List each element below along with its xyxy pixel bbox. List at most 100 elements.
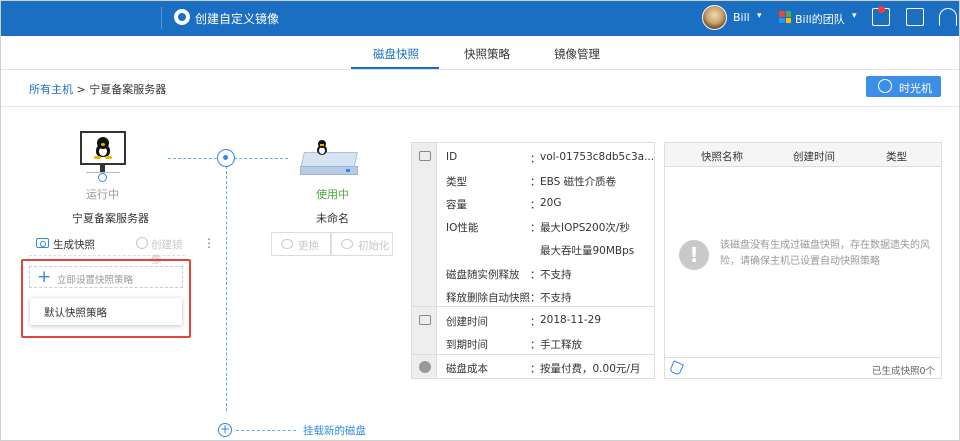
team-menu[interactable]: Bill的团队: [795, 11, 845, 27]
table-footer: 已生成快照0个: [665, 357, 941, 378]
info-separator: [412, 354, 654, 355]
swap-icon: [281, 239, 293, 249]
refresh-icon: [341, 239, 353, 249]
info-value-release-with-instance: 不支持: [540, 269, 572, 281]
info-colon: ：: [530, 199, 541, 211]
replace-label: 更换: [298, 240, 319, 252]
disk-info-panel: ID ： vol-01753c8db5c3a... 类型 ： EBS 磁性介质卷…: [411, 142, 655, 379]
info-colon: ：: [530, 292, 541, 304]
info-colon: ：: [530, 316, 541, 328]
mount-new-disk-link[interactable]: 挂载新的磁盘: [303, 423, 366, 438]
breadcrumb-separator: >: [76, 83, 86, 96]
user-menu[interactable]: Bill: [733, 11, 750, 24]
host-name: 宁夏备案服务器: [72, 212, 149, 225]
linux-icon: [316, 140, 328, 156]
connector-hub-icon: [217, 149, 235, 167]
snapshot-count: 已生成快照0个: [871, 366, 935, 377]
warning-icon: !: [679, 240, 709, 270]
info-value-iops: 最大IOPS200次/秒: [540, 222, 630, 234]
info-colon: ：: [530, 153, 541, 165]
set-policy-label: 立即设置快照策略: [57, 275, 134, 286]
initialize-label: 初始化: [358, 240, 390, 252]
info-value-capacity: 20G: [540, 197, 562, 209]
image-icon: [174, 9, 190, 25]
avatar[interactable]: [702, 5, 727, 30]
clock-icon: [878, 79, 892, 93]
tab-disk-snapshot[interactable]: 磁盘快照: [373, 46, 419, 62]
clean-icon[interactable]: [668, 360, 685, 376]
chevron-down-icon[interactable]: ▾: [852, 11, 857, 21]
info-colon: ：: [530, 363, 541, 375]
info-value-cost: 按量付费，0.00元/月: [540, 363, 641, 375]
monitor-stand: [100, 165, 105, 172]
plus-icon: +: [37, 267, 52, 287]
set-snapshot-policy-button[interactable]: + 立即设置快照策略: [29, 266, 183, 288]
checklist-icon[interactable]: [906, 8, 924, 26]
breadcrumb-all-hosts[interactable]: 所有主机: [29, 83, 73, 96]
snapshot-table: 快照名称 创建时间 类型 ! 该磁盘没有生成过磁盘快照，存在数据遗失的风险，请确…: [664, 142, 942, 379]
host-connector-dot: [98, 173, 107, 182]
breadcrumb-current: 宁夏备案服务器: [89, 83, 167, 96]
team-icon: [779, 11, 791, 23]
add-disk-icon[interactable]: +: [218, 423, 232, 437]
disk-icon[interactable]: [298, 140, 360, 176]
replace-disk-button[interactable]: 更换: [271, 232, 331, 256]
info-key: 创建时间: [446, 316, 488, 328]
policy-dropdown: 默认快照策略: [30, 298, 182, 325]
info-value-throughput: 最大吞吐量90MBps: [540, 245, 635, 257]
dropdown-item-default-policy[interactable]: 默认快照策略: [44, 305, 107, 320]
cost-icon: [419, 361, 431, 373]
info-colon: ：: [530, 176, 541, 188]
info-value-id: vol-01753c8db5c3a...: [540, 151, 655, 163]
info-key: 容量: [446, 199, 467, 211]
info-key: 磁盘随实例释放: [446, 269, 520, 281]
column-created-time[interactable]: 创建时间: [793, 149, 835, 164]
tab-snapshot-policy[interactable]: 快照策略: [464, 46, 510, 62]
headset-icon[interactable]: [939, 8, 957, 26]
disk-status: 使用中: [316, 188, 349, 201]
time-machine-button[interactable]: 时光机: [866, 76, 941, 97]
empty-message: 该磁盘没有生成过磁盘快照，存在数据遗失的风险，请确保主机已设置自动快照策略: [720, 240, 930, 267]
breadcrumb: 所有主机 > 宁夏备案服务器: [29, 81, 166, 97]
create-custom-image-title[interactable]: 创建自定义镜像: [195, 10, 279, 27]
info-colon: ：: [530, 269, 541, 281]
initialize-disk-button[interactable]: 初始化: [331, 232, 393, 256]
column-snapshot-name[interactable]: 快照名称: [701, 149, 743, 164]
host-status: 运行中: [86, 188, 119, 201]
time-machine-label: 时光机: [899, 82, 932, 95]
disk-drive-icon: [419, 151, 431, 161]
info-value-type: EBS 磁性介质卷: [540, 176, 617, 188]
host-action-row: 生成快照 创建镜像 ⋮: [29, 232, 215, 266]
info-colon: ：: [530, 222, 541, 234]
info-value-expires: 手工释放: [540, 339, 582, 351]
chevron-down-icon[interactable]: ▾: [757, 11, 762, 21]
create-snapshot-button[interactable]: 生成快照: [53, 237, 95, 252]
connector-line-bottom: [236, 430, 296, 431]
column-type[interactable]: 类型: [886, 149, 907, 164]
topbar-divider: [161, 7, 162, 29]
info-rail: [412, 143, 437, 378]
camera-icon: [36, 238, 49, 248]
disk-name: 未命名: [316, 212, 349, 225]
info-key: 到期时间: [446, 339, 488, 351]
info-key: 类型: [446, 176, 467, 188]
connector-line-vertical: [226, 166, 227, 411]
linux-icon: [94, 137, 112, 159]
tab-bar: 磁盘快照 快照策略 镜像管理: [0, 36, 960, 70]
more-icon[interactable]: ⋮: [203, 236, 215, 250]
tab-image-management[interactable]: 镜像管理: [554, 46, 600, 62]
calendar-icon: [419, 315, 431, 325]
image-icon: [136, 237, 148, 249]
info-value-created: 2018-11-29: [540, 314, 602, 326]
info-separator: [412, 306, 654, 307]
info-key: 磁盘成本: [446, 363, 488, 375]
table-header: 快照名称 创建时间 类型: [665, 143, 941, 167]
info-key: ID: [446, 151, 458, 163]
active-tab-indicator: [351, 67, 439, 69]
info-key: 释放删除自动快照: [446, 292, 530, 304]
divider: [0, 106, 960, 107]
top-bar: 创建自定义镜像 Bill ▾ Bill的团队 ▾: [0, 0, 960, 36]
info-value-delete-auto-snapshot: 不支持: [540, 292, 572, 304]
info-key: IO性能: [446, 222, 479, 234]
notification-badge: [878, 6, 885, 13]
